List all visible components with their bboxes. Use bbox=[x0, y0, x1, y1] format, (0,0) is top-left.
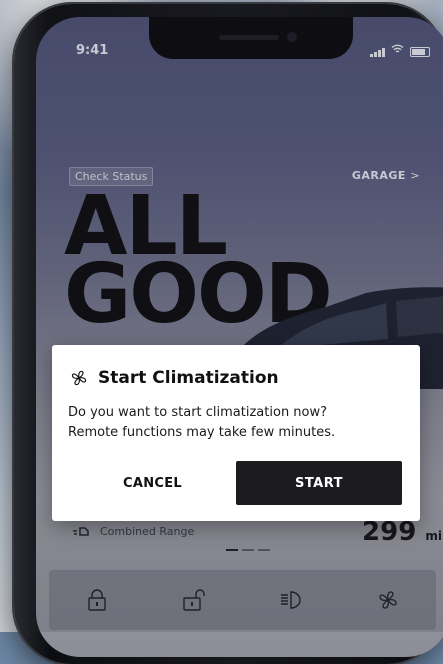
cancel-button[interactable]: CANCEL bbox=[70, 461, 235, 505]
fan-icon bbox=[71, 370, 87, 386]
dialog-message-line-2: Remote functions may take few minutes. bbox=[68, 425, 336, 440]
dialog-message-line-1: Do you want to start climatization now? bbox=[68, 405, 328, 420]
dialog-title: Start Climatization bbox=[98, 368, 279, 388]
start-button[interactable]: START bbox=[236, 461, 402, 505]
start-climatization-dialog: Start Climatization Do you want to start… bbox=[52, 345, 420, 521]
dialog-message: Do you want to start climatization now? … bbox=[68, 403, 408, 443]
dialog-title-row: Start Climatization bbox=[70, 368, 279, 388]
modal-overlay bbox=[0, 0, 443, 632]
